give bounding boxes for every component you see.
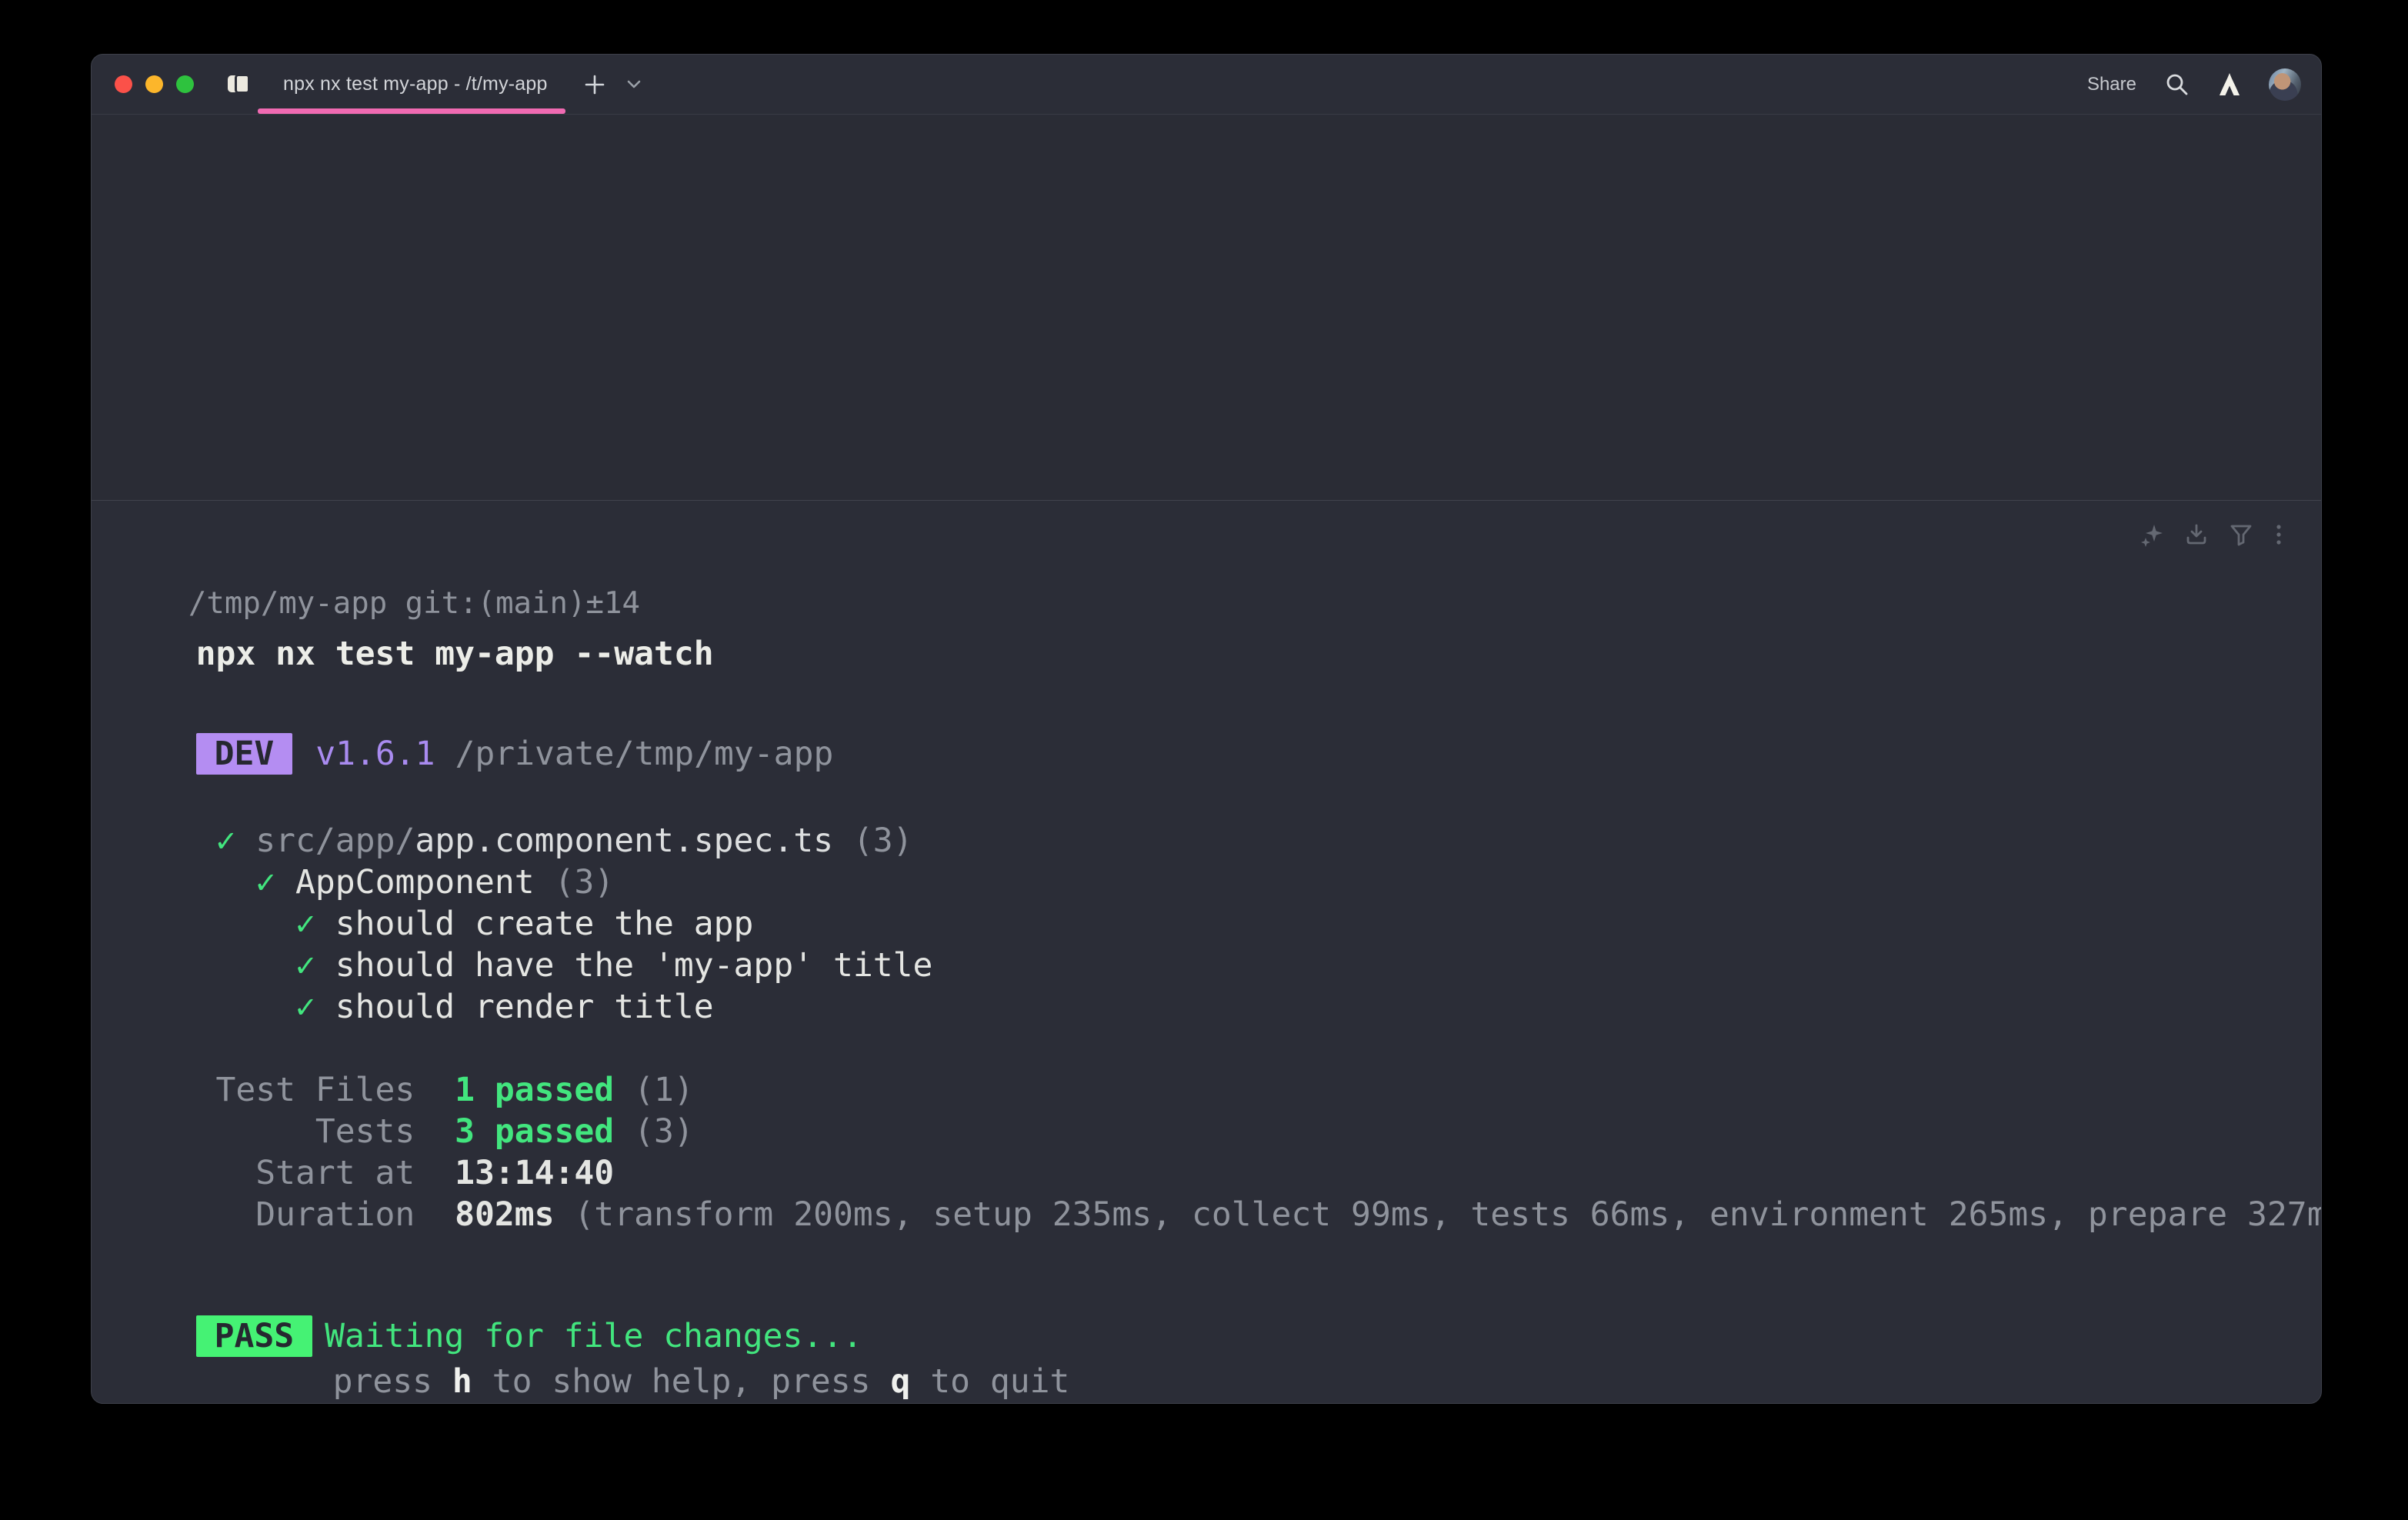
close-window-button[interactable] (115, 75, 132, 93)
command-text: npx nx test my-app --watch (196, 635, 714, 673)
plus-icon (583, 73, 606, 96)
pages-icon[interactable] (228, 74, 252, 95)
check-icon: ✓ (196, 988, 335, 1026)
titlebar: npx nx test my-app - /t/my-app Share (92, 55, 2321, 115)
minimize-window-button[interactable] (145, 75, 163, 93)
warp-logo-icon[interactable] (2218, 72, 2241, 97)
vitest-version: v1.6.1 (315, 735, 435, 773)
avatar[interactable] (2269, 68, 2301, 101)
tab-list-button[interactable] (624, 76, 644, 93)
summary-duration: Duration802ms (transform 200ms, setup 23… (92, 1152, 2321, 1277)
titlebar-right: Share (2087, 55, 2301, 114)
tab-title: npx nx test my-app - /t/my-app (283, 73, 548, 95)
tab-active[interactable]: npx nx test my-app - /t/my-app (283, 55, 548, 114)
previous-block[interactable] (92, 115, 2321, 501)
zoom-window-button[interactable] (176, 75, 194, 93)
terminal-window: npx nx test my-app - /t/my-app Share (91, 54, 2322, 1404)
search-icon[interactable] (2164, 72, 2190, 98)
traffic-lights (115, 75, 194, 93)
dev-badge: DEV (196, 733, 293, 775)
key-h: h (452, 1362, 472, 1401)
chevron-down-icon (626, 79, 642, 90)
vitest-cwd: /private/tmp/my-app (455, 735, 833, 773)
key-q: q (890, 1362, 910, 1401)
watch-help-row: press h to show help, press q to quit (92, 1319, 2321, 1404)
active-tab-underline (258, 108, 565, 114)
new-tab-button[interactable] (582, 72, 608, 98)
share-button[interactable]: Share (2087, 74, 2136, 95)
